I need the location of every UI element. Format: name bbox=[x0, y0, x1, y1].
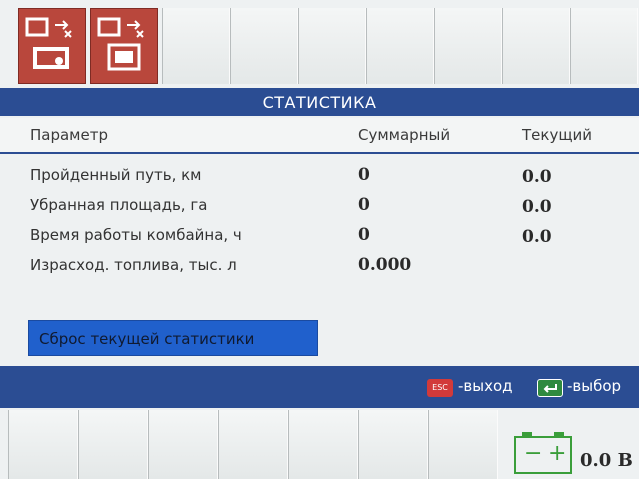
monitor-settings-icon bbox=[25, 17, 72, 69]
enter-key-icon bbox=[537, 379, 563, 397]
row-label: Пройденный путь, км bbox=[30, 166, 202, 184]
hint-bar: ESC -выход -выбор bbox=[0, 366, 639, 408]
softkey-3[interactable] bbox=[162, 8, 230, 84]
row-total: 0 bbox=[358, 195, 370, 215]
statistics-screen: СТАТИСТИКА Параметр Суммарный Текущий Пр… bbox=[0, 0, 639, 479]
exit-hint: -выход bbox=[458, 377, 513, 395]
column-parameter: Параметр bbox=[30, 126, 108, 144]
select-hint: -выбор bbox=[567, 377, 622, 395]
row-label: Израсход. топлива, тыс. л bbox=[30, 256, 237, 274]
row-current: 0.0 bbox=[522, 167, 552, 187]
table-row: Время работы комбайна, ч 0 0.0 bbox=[0, 222, 639, 248]
softkey-6[interactable] bbox=[366, 8, 434, 84]
bottom-softkey-4[interactable] bbox=[218, 410, 288, 479]
row-total: 0 bbox=[358, 225, 370, 245]
column-total: Суммарный bbox=[358, 126, 451, 144]
page-title: СТАТИСТИКА bbox=[0, 88, 639, 116]
row-total: 0 bbox=[358, 165, 370, 185]
softkey-display-mode[interactable] bbox=[90, 8, 158, 84]
bottom-softkey-1[interactable] bbox=[8, 410, 78, 479]
softkey-display-settings[interactable] bbox=[18, 8, 86, 84]
softkey-7[interactable] bbox=[434, 8, 502, 84]
row-label: Время работы комбайна, ч bbox=[30, 226, 242, 244]
top-softkey-row bbox=[18, 8, 639, 84]
reset-current-statistics-button[interactable]: Сброс текущей статистики bbox=[28, 320, 318, 356]
bottom-softkey-6[interactable] bbox=[358, 410, 428, 479]
esc-key-icon: ESC bbox=[427, 379, 453, 397]
column-current: Текущий bbox=[522, 126, 592, 144]
row-label: Убранная площадь, га bbox=[30, 196, 208, 214]
table-row: Убранная площадь, га 0 0.0 bbox=[0, 192, 639, 218]
table-row: Пройденный путь, км 0 0.0 bbox=[0, 162, 639, 188]
softkey-4[interactable] bbox=[230, 8, 298, 84]
battery-voltage: 0.0 В bbox=[580, 450, 633, 471]
bottom-softkey-3[interactable] bbox=[148, 410, 218, 479]
bottom-softkey-2[interactable] bbox=[78, 410, 148, 479]
softkey-9[interactable] bbox=[570, 8, 638, 84]
battery-icon: − + bbox=[514, 432, 572, 474]
row-total: 0.000 bbox=[358, 255, 412, 275]
table-row: Израсход. топлива, тыс. л 0.000 bbox=[0, 252, 639, 278]
table-header: Параметр Суммарный Текущий bbox=[0, 118, 639, 154]
monitor-mode-icon bbox=[97, 17, 144, 71]
row-current: 0.0 bbox=[522, 197, 552, 217]
bottom-softkey-7[interactable] bbox=[428, 410, 498, 479]
softkey-8[interactable] bbox=[502, 8, 570, 84]
bottom-softkey-5[interactable] bbox=[288, 410, 358, 479]
row-current: 0.0 bbox=[522, 227, 552, 247]
softkey-5[interactable] bbox=[298, 8, 366, 84]
